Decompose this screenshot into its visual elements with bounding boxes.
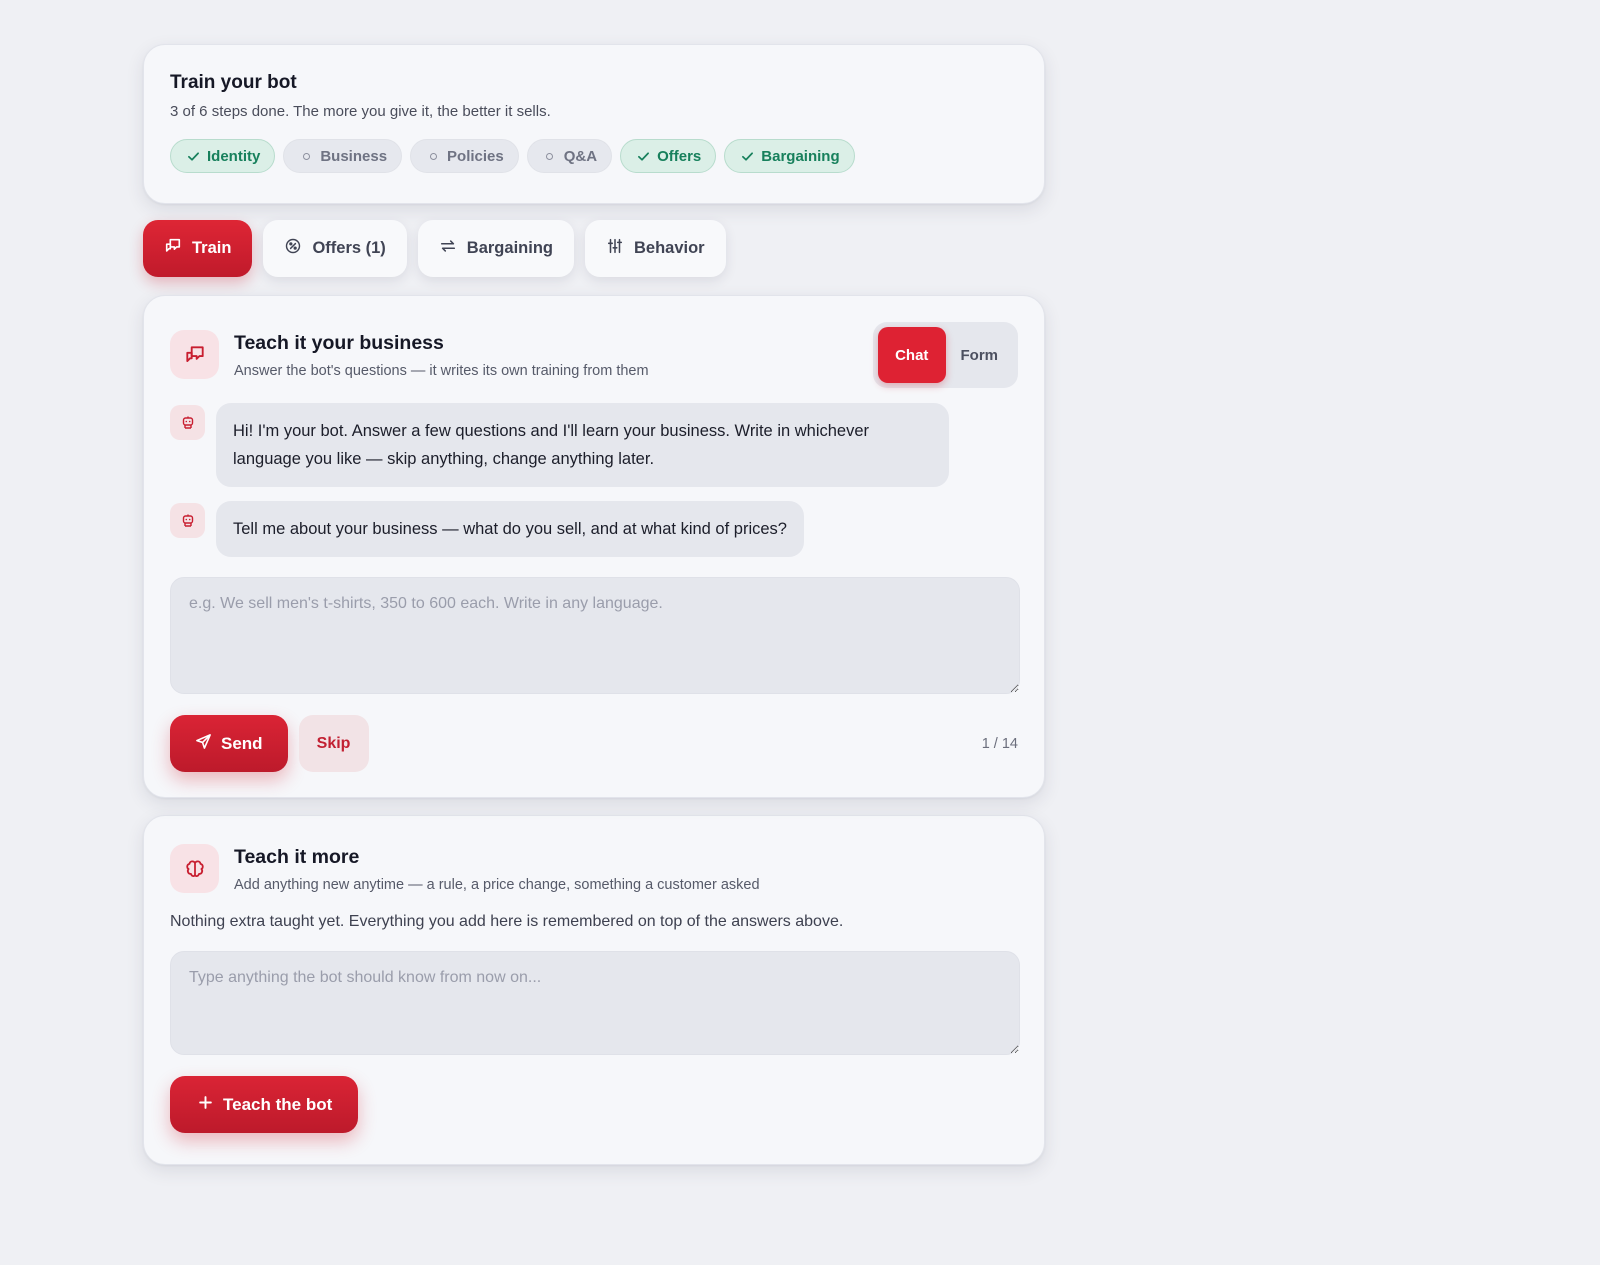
progress-subtitle: 3 of 6 steps done. The more you give it,…	[170, 103, 551, 120]
teach-the-bot-label: Teach the bot	[223, 1094, 333, 1114]
answer-input[interactable]	[170, 577, 1020, 694]
plus-icon	[198, 1095, 213, 1115]
answer-actions: Send Skip 1 / 14	[170, 715, 1018, 772]
tab-bar: Train Offers (1) Bargaining Behavior	[143, 220, 1045, 277]
chat-bubbles-icon	[170, 330, 219, 379]
robot-icon	[170, 405, 205, 440]
tab-behavior[interactable]: Behavior	[584, 220, 726, 277]
step-policies[interactable]: Policies	[410, 139, 519, 173]
mode-chat-button[interactable]: Chat	[878, 327, 946, 383]
teach-the-bot-button[interactable]: Teach the bot	[170, 1076, 359, 1133]
tab-label: Offers (1)	[312, 239, 386, 257]
card-title: Teach it your business	[234, 332, 444, 354]
chat-bubbles-icon	[164, 237, 182, 260]
check-icon	[636, 149, 650, 163]
circle-icon	[426, 149, 440, 163]
tab-bargaining[interactable]: Bargaining	[417, 220, 574, 277]
card-subtitle: Answer the bot's questions — it writes i…	[234, 363, 649, 379]
step-label: Q&A	[563, 147, 598, 165]
step-identity[interactable]: Identity	[170, 139, 276, 173]
send-icon	[195, 733, 212, 755]
step-qa[interactable]: Q&A	[526, 139, 613, 173]
teach-business-card: Teach it your business Answer the bot's …	[143, 295, 1045, 798]
check-icon	[186, 149, 200, 163]
circle-icon	[543, 149, 557, 163]
check-icon	[740, 149, 754, 163]
robot-icon	[170, 503, 205, 538]
skip-button[interactable]: Skip	[298, 715, 369, 772]
card-subtitle: Add anything new anytime — a rule, a pri…	[234, 877, 760, 893]
send-button[interactable]: Send	[170, 715, 288, 772]
tab-label: Behavior	[633, 239, 705, 257]
tab-label: Bargaining	[466, 239, 553, 257]
teach-more-input[interactable]	[170, 951, 1020, 1055]
step-business[interactable]: Business	[283, 139, 403, 173]
step-label: Business	[320, 147, 388, 165]
mode-form-button[interactable]: Form	[946, 327, 1014, 383]
step-list: Identity Business Policies Q&A Offers Ba…	[170, 139, 1018, 173]
swap-arrows-icon	[439, 237, 457, 260]
message-text: Hi! I'm your bot. Answer a few questions…	[216, 403, 949, 487]
step-bargaining[interactable]: Bargaining	[724, 139, 855, 173]
card-title: Teach it more	[234, 846, 360, 868]
message-text: Tell me about your business — what do yo…	[216, 501, 804, 557]
card-header: Teach it more Add anything new anytime —…	[170, 844, 1018, 893]
step-label: Bargaining	[761, 147, 840, 165]
send-label: Send	[221, 733, 263, 753]
question-counter: 1 / 14	[981, 735, 1018, 752]
step-offers[interactable]: Offers	[620, 139, 717, 173]
teach-more-actions: Teach the bot	[170, 1076, 1018, 1133]
step-label: Offers	[657, 147, 702, 165]
main-column: Train your bot 3 of 6 steps done. The mo…	[143, 44, 1045, 1165]
tab-label: Train	[192, 239, 232, 257]
brain-icon	[170, 844, 219, 893]
step-label: Policies	[447, 147, 504, 165]
mode-toggle: Chat Form	[873, 322, 1018, 388]
sliders-icon	[606, 237, 624, 260]
bot-message: Tell me about your business — what do yo…	[170, 501, 1018, 557]
empty-state-text: Nothing extra taught yet. Everything you…	[170, 913, 844, 930]
progress-title: Train your bot	[170, 72, 297, 93]
tab-offers[interactable]: Offers (1)	[263, 220, 407, 277]
circle-icon	[299, 149, 313, 163]
step-label: Identity	[207, 147, 261, 165]
teach-more-card: Teach it more Add anything new anytime —…	[143, 815, 1045, 1165]
training-progress-card: Train your bot 3 of 6 steps done. The mo…	[143, 44, 1045, 204]
offer-badge-icon	[284, 237, 302, 260]
tab-train[interactable]: Train	[143, 220, 253, 277]
bot-message: Hi! I'm your bot. Answer a few questions…	[170, 403, 1018, 487]
